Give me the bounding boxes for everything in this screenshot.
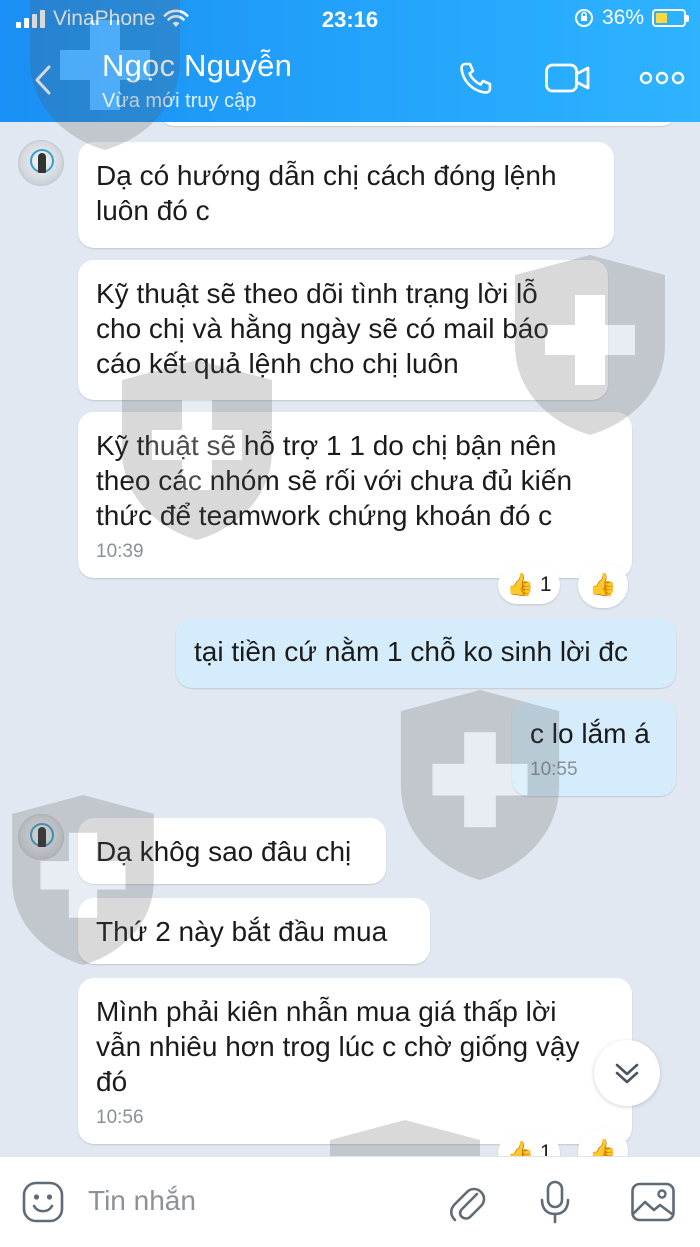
attach-button[interactable] <box>444 1179 490 1225</box>
back-button[interactable] <box>28 62 58 98</box>
more-icon <box>639 71 685 85</box>
composer-bar: Tin nhắn <box>0 1156 700 1247</box>
phone-call-icon <box>460 62 492 94</box>
message-bubble-incoming[interactable]: Thứ 2 này bắt đầu mua <box>78 898 430 964</box>
message-text-line: thức để teamwork chứng khoán đó c <box>96 500 553 531</box>
message-text-line: Thứ 2 này bắt đầu mua <box>96 916 388 947</box>
message-bubble-incoming[interactable]: Mình phải kiên nhẫn mua giá thấp lời vẫn… <box>78 978 632 1144</box>
orientation-lock-icon <box>574 9 593 27</box>
contact-name: Ngọc Nguyễn <box>102 48 293 83</box>
battery-percent: 36% <box>601 6 644 29</box>
more-options-button[interactable] <box>638 56 686 100</box>
message-list[interactable]: Dạ có hướng dẫn chị cách đóng lệnh luôn … <box>0 122 700 1156</box>
video-call-button[interactable] <box>544 56 592 100</box>
reaction-count: 1 <box>539 573 552 596</box>
emoji-button[interactable] <box>20 1179 66 1225</box>
voice-call-button[interactable] <box>452 56 500 100</box>
message-time: 10:56 <box>96 1107 144 1128</box>
image-icon <box>631 1182 675 1222</box>
reaction-count: 1 <box>539 1141 552 1156</box>
message-text-line: tại tiền cứ nằm 1 chỗ ko sinh lời đc <box>194 636 628 667</box>
message-text-line: luôn đó c <box>96 195 210 226</box>
message-text-line: Dạ có hướng dẫn chị cách đóng lệnh <box>96 160 557 191</box>
chat-header: VinaPhone 23:16 36% Ngọc Nguyễn Vừa mới … <box>0 0 700 122</box>
reaction-count-badge[interactable]: 👍 1 <box>498 1134 560 1156</box>
message-time: 10:39 <box>96 541 144 562</box>
message-text-line: cho chị và hằng ngày sẽ có mail báo <box>96 313 549 344</box>
like-icon: 👍 <box>506 572 534 597</box>
reaction-count-badge[interactable]: 👍 1 <box>498 566 560 604</box>
react-button[interactable]: 👍 <box>578 562 628 608</box>
voice-message-button[interactable] <box>532 1179 578 1225</box>
message-time: 10:55 <box>530 759 578 780</box>
contact-title[interactable]: Ngọc Nguyễn Vừa mới truy cập <box>102 48 292 113</box>
attach-icon <box>449 1187 486 1222</box>
like-icon: 👍 <box>506 1140 534 1157</box>
battery-charging-icon <box>652 9 689 27</box>
message-text-line: Dạ khôg sao đâu chị <box>96 836 352 867</box>
scroll-to-bottom-button[interactable] <box>594 1040 660 1106</box>
message-text-line: c lo lắm á <box>530 718 650 749</box>
contact-status: Vừa mới truy cập <box>102 90 257 112</box>
message-text-line: Kỹ thuật sẽ theo dõi tình trạng lời lỗ <box>96 278 538 309</box>
back-icon <box>35 65 51 95</box>
message-text-line: đó <box>96 1066 128 1097</box>
previous-message-bubble[interactable] <box>160 122 676 126</box>
message-text-line: Kỹ thuật sẽ hỗ trợ 1 1 do chị bận nên <box>96 430 557 461</box>
message-bubble-incoming[interactable]: Kỹ thuật sẽ theo dõi tình trạng lời lỗ c… <box>78 260 608 400</box>
message-bubble-incoming[interactable]: Dạ có hướng dẫn chị cách đóng lệnh luôn … <box>78 142 614 248</box>
message-bubble-outgoing[interactable]: tại tiền cứ nằm 1 chỗ ko sinh lời đc <box>176 618 676 688</box>
message-text-line: Mình phải kiên nhẫn mua giá thấp lời <box>96 996 557 1027</box>
double-chevron-down-icon <box>615 1063 639 1084</box>
message-text-line: cáo kết quả lệnh cho chị luôn <box>96 348 459 379</box>
avatar[interactable] <box>18 814 64 860</box>
like-icon: 👍 <box>589 1138 617 1157</box>
status-bar: VinaPhone 23:16 36% <box>0 0 700 38</box>
message-bubble-outgoing[interactable]: c lo lắm á 10:55 <box>512 700 676 796</box>
video-call-icon <box>545 63 590 93</box>
message-text-line: theo các nhóm sẽ rối với chưa đủ kiến <box>96 465 573 496</box>
message-text-line: vẫn nhiêu hơn trog lúc c chờ giống vậy <box>96 1031 580 1062</box>
microphone-icon <box>540 1180 570 1224</box>
emoji-icon <box>22 1181 64 1223</box>
message-input[interactable]: Tin nhắn <box>88 1181 408 1221</box>
like-icon: 👍 <box>589 572 617 597</box>
message-bubble-incoming[interactable]: Dạ khôg sao đâu chị <box>78 818 386 884</box>
message-bubble-incoming[interactable]: Kỹ thuật sẽ hỗ trợ 1 1 do chị bận nên th… <box>78 412 632 578</box>
avatar[interactable] <box>18 140 64 186</box>
image-picker-button[interactable] <box>630 1179 676 1225</box>
